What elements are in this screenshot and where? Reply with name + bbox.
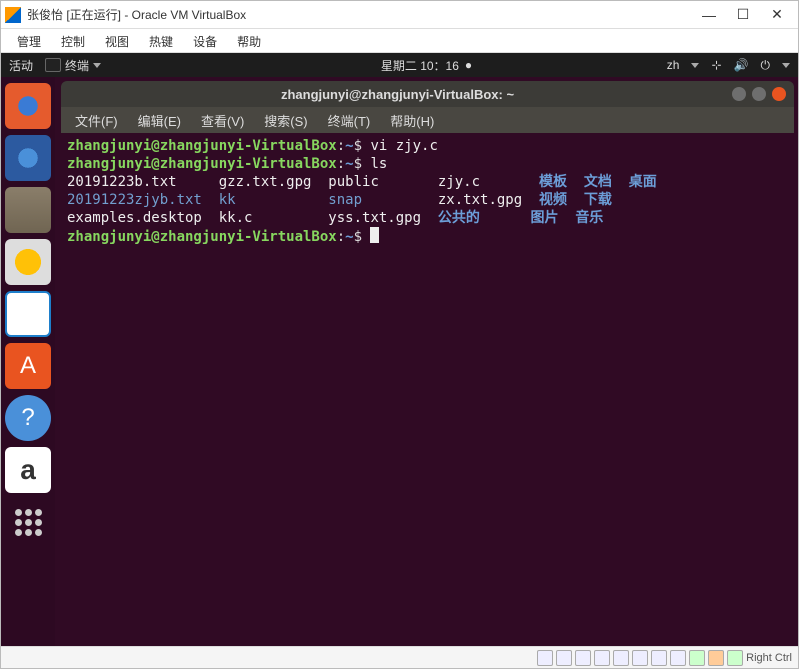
network-icon[interactable]: ⊹: [711, 58, 721, 72]
status-display-icon[interactable]: [651, 650, 667, 666]
terminal-titlebar[interactable]: zhangjunyi@zhangjunyi-VirtualBox: ~: [61, 81, 794, 107]
ubuntu-software-icon[interactable]: A: [5, 343, 51, 389]
term-menu-terminal[interactable]: 终端(T): [320, 109, 379, 132]
minimize-button[interactable]: —: [692, 3, 726, 27]
help-icon[interactable]: ?: [5, 395, 51, 441]
status-mouse-icon[interactable]: [689, 650, 705, 666]
menu-manage[interactable]: 管理: [7, 29, 51, 52]
term-menu-view[interactable]: 查看(V): [193, 109, 252, 132]
terminal-line: zhangjunyi@zhangjunyi-VirtualBox:~$ ls: [67, 155, 788, 173]
vbox-statusbar: Right Ctrl: [1, 646, 798, 668]
status-audio-icon[interactable]: [575, 650, 591, 666]
terminal-menubar: 文件(F) 编辑(E) 查看(V) 搜索(S) 终端(T) 帮助(H): [61, 107, 794, 133]
status-clip-icon[interactable]: [708, 650, 724, 666]
vbox-icon: [5, 7, 21, 23]
guest-screen: 活动 终端 星期二 10：16 ● zh ⊹ 🔊 ⏻: [1, 53, 798, 646]
status-ga-icon[interactable]: [727, 650, 743, 666]
terminal-body[interactable]: zhangjunyi@zhangjunyi-VirtualBox:~$ vi z…: [61, 133, 794, 642]
menu-view[interactable]: 视图: [95, 29, 139, 52]
dock: A ? a: [1, 77, 55, 646]
files-icon[interactable]: [5, 187, 51, 233]
status-hdd-icon[interactable]: [537, 650, 553, 666]
term-close-button[interactable]: [772, 87, 786, 101]
menu-devices[interactable]: 设备: [183, 29, 227, 52]
maximize-button[interactable]: ☐: [726, 3, 760, 27]
clock-label[interactable]: 星期二 10：16: [381, 57, 459, 74]
libreoffice-writer-icon[interactable]: [5, 291, 51, 337]
power-icon[interactable]: ⏻: [761, 58, 771, 73]
chevron-down-icon: [93, 63, 101, 68]
status-optical-icon[interactable]: [556, 650, 572, 666]
activities-button[interactable]: 活动: [9, 57, 33, 74]
chevron-down-icon: [691, 63, 699, 68]
ls-row: 20191223zjyb.txt kk snap zx.txt.gpg 视频 下…: [67, 191, 788, 209]
terminal-icon: [45, 58, 61, 72]
notification-dot-icon: ●: [465, 58, 472, 72]
menu-help[interactable]: 帮助: [227, 29, 271, 52]
vbox-titlebar: 张俊怡 [正在运行] - Oracle VM VirtualBox — ☐ ✕: [1, 1, 798, 29]
vbox-title: 张俊怡 [正在运行] - Oracle VM VirtualBox: [27, 6, 692, 23]
terminal-window: zhangjunyi@zhangjunyi-VirtualBox: ~ 文件(F…: [61, 81, 794, 642]
term-menu-edit[interactable]: 编辑(E): [130, 109, 189, 132]
firefox-icon[interactable]: [5, 83, 51, 129]
menu-input[interactable]: 热键: [139, 29, 183, 52]
status-usb-icon[interactable]: [613, 650, 629, 666]
term-minimize-button[interactable]: [732, 87, 746, 101]
ls-row: 20191223b.txt gzz.txt.gpg public zjy.c 模…: [67, 173, 788, 191]
term-menu-file[interactable]: 文件(F): [67, 109, 126, 132]
status-shared-icon[interactable]: [632, 650, 648, 666]
input-method-indicator[interactable]: zh: [667, 58, 680, 72]
status-record-icon[interactable]: [670, 650, 686, 666]
thunderbird-icon[interactable]: [5, 135, 51, 181]
term-menu-search[interactable]: 搜索(S): [256, 109, 315, 132]
term-menu-help[interactable]: 帮助(H): [382, 109, 442, 132]
chevron-down-icon: [782, 63, 790, 68]
menu-control[interactable]: 控制: [51, 29, 95, 52]
vbox-menubar: 管理 控制 视图 热键 设备 帮助: [1, 29, 798, 53]
active-app-indicator[interactable]: 终端: [45, 57, 101, 74]
terminal-line: zhangjunyi@zhangjunyi-VirtualBox:~$: [67, 227, 788, 246]
status-net-icon[interactable]: [594, 650, 610, 666]
term-maximize-button[interactable]: [752, 87, 766, 101]
terminal-title: zhangjunyi@zhangjunyi-VirtualBox: ~: [69, 87, 726, 102]
terminal-line: zhangjunyi@zhangjunyi-VirtualBox:~$ vi z…: [67, 137, 788, 155]
gnome-top-bar: 活动 终端 星期二 10：16 ● zh ⊹ 🔊 ⏻: [1, 53, 798, 77]
host-key-label: Right Ctrl: [746, 652, 792, 664]
active-app-label: 终端: [65, 57, 89, 74]
volume-icon[interactable]: 🔊: [734, 58, 749, 72]
cursor: [370, 227, 379, 243]
close-button[interactable]: ✕: [760, 3, 794, 27]
ls-row: examples.desktop kk.c yss.txt.gpg 公共的 图片…: [67, 209, 788, 227]
amazon-icon[interactable]: a: [5, 447, 51, 493]
show-apps-icon[interactable]: [5, 499, 51, 545]
rhythmbox-icon[interactable]: [5, 239, 51, 285]
